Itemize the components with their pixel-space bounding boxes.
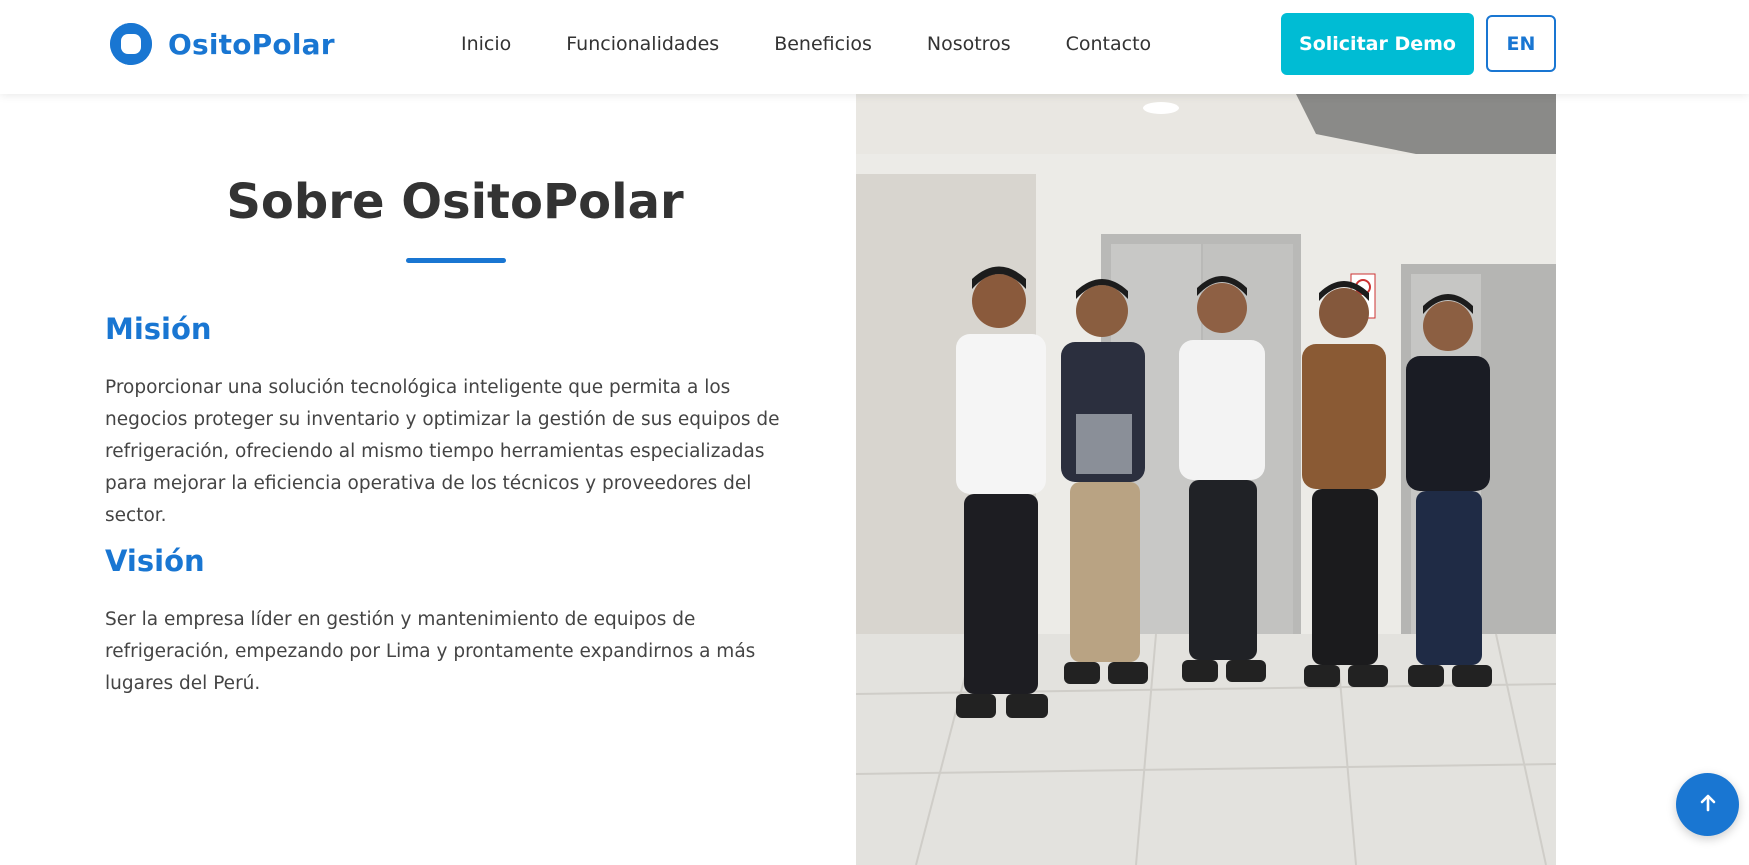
arrow-up-icon (1698, 793, 1718, 816)
mission-text: Proporcionar una solución tecnológica in… (105, 377, 780, 526)
vision-text: Ser la empresa líder en gestión y manten… (105, 609, 756, 694)
brand-logo[interactable]: OsitoPolar (110, 23, 335, 65)
language-toggle-button[interactable]: EN (1486, 15, 1556, 72)
section-title: Sobre OsitoPolar (226, 174, 684, 230)
nav-link-nosotros[interactable]: Nosotros (927, 33, 1011, 55)
nav-link-inicio[interactable]: Inicio (461, 33, 511, 55)
nav-link-contacto[interactable]: Contacto (1066, 33, 1152, 55)
mission-heading: Misión (105, 312, 212, 346)
main-nav: Inicio Funcionalidades Beneficios Nosotr… (461, 33, 1151, 55)
nav-link-funcionalidades[interactable]: Funcionalidades (566, 33, 719, 55)
request-demo-button[interactable]: Solicitar Demo (1281, 13, 1474, 75)
polar-ring-logo-icon (110, 23, 152, 65)
vision-heading: Visión (105, 544, 205, 578)
site-header: OsitoPolar Inicio Funcionalidades Benefi… (0, 0, 1749, 94)
nav-link-beneficios[interactable]: Beneficios (774, 33, 872, 55)
team-photo (856, 94, 1556, 865)
scroll-to-top-button[interactable] (1676, 773, 1739, 836)
title-underline (406, 258, 506, 263)
brand-name: OsitoPolar (168, 27, 335, 61)
